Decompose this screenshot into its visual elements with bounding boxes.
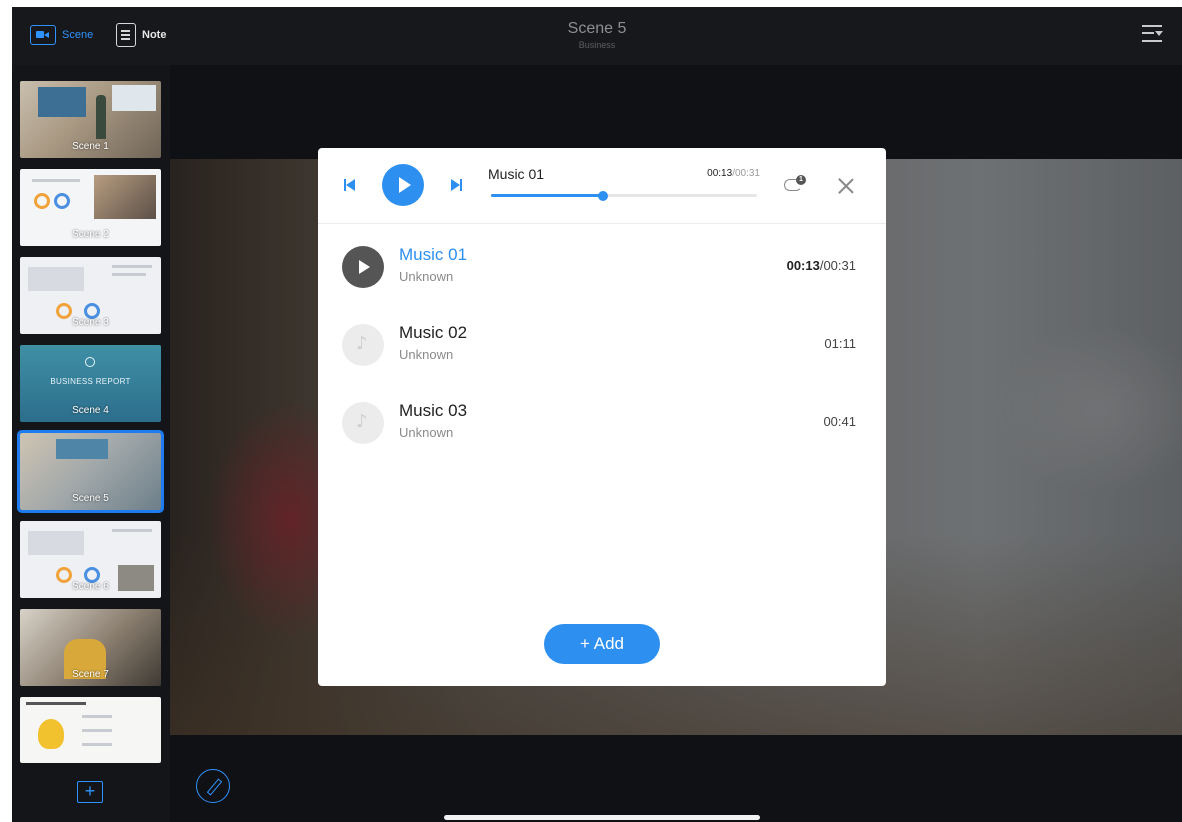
thumb-logo <box>85 357 95 367</box>
track-duration: 00:13/00:31 <box>787 258 856 273</box>
video-camera-icon <box>30 25 56 45</box>
scene-tab-button[interactable]: Scene <box>30 22 93 48</box>
note-tab-button[interactable]: Note <box>116 22 166 48</box>
progress-knob[interactable] <box>597 190 608 201</box>
track-duration: 01:11 <box>824 336 856 351</box>
now-playing-time: 00:13/00:31 <box>688 168 760 179</box>
track-artist: Unknown <box>399 269 454 284</box>
next-track-icon[interactable] <box>450 179 462 191</box>
scene-thumbnail-label: Scene 3 <box>72 317 109 328</box>
scene-thumbnail-6[interactable]: Scene 6 <box>20 521 161 598</box>
add-scene-button[interactable]: + <box>77 781 103 803</box>
scene-thumbnail-label: Scene 7 <box>72 669 109 680</box>
page-title: Scene 5 <box>567 20 627 37</box>
thumb-map <box>28 531 84 555</box>
scene-thumbnail-label: Scene 5 <box>72 493 109 504</box>
thumb-photo-screen <box>38 87 86 117</box>
track-name: Music 02 <box>399 323 468 342</box>
scene-thumbnail-label: Scene 1 <box>72 141 109 152</box>
music-note-icon: ♪ <box>342 324 384 366</box>
top-bar: Scene Note Scene 5 Business <box>12 7 1182 65</box>
scene-header: Scene 5 Business <box>397 20 797 50</box>
note-tab-label: Note <box>142 29 167 41</box>
scene-thumbnail-label: Scene 4 <box>72 405 109 416</box>
thumb-report-title: BUSINESS REPORT <box>50 377 131 386</box>
scene-thumbnail-2[interactable]: Scene 2 <box>20 169 161 246</box>
repeat-badge: 1 <box>796 175 806 185</box>
track-artist: Unknown <box>399 347 454 362</box>
track-name: Music 01 <box>399 245 468 264</box>
scene-thumbnail-3[interactable]: Scene 3 <box>20 257 161 334</box>
play-circle-icon[interactable] <box>342 246 384 288</box>
thumb-bar <box>32 179 80 182</box>
track-row-1[interactable]: Music 01 Unknown 00:13/00:31 <box>318 232 886 304</box>
scene-thumbnail-1[interactable]: Scene 1 <box>20 81 161 158</box>
track-row-2[interactable]: ♪ Music 02 Unknown 01:11 <box>318 310 886 382</box>
track-current-time: 00:13 <box>786 258 820 273</box>
track-total-time: /00:31 <box>819 258 856 273</box>
track-artist: Unknown <box>399 425 454 440</box>
scene-tab-label: Scene <box>62 29 94 41</box>
thumb-donut <box>34 193 50 209</box>
thumb-photo-screen <box>56 439 108 459</box>
total-time: /00:31 <box>732 168 760 179</box>
close-icon[interactable] <box>836 176 856 196</box>
repeat-one-icon[interactable]: 1 <box>784 174 808 194</box>
play-button[interactable] <box>382 164 424 206</box>
scene-thumbnail-7[interactable]: Scene 7 <box>20 609 161 686</box>
scene-thumbnail-5[interactable]: Scene 5 <box>17 430 164 513</box>
scene-thumbnail-4[interactable]: BUSINESS REPORT Scene 4 <box>20 345 161 422</box>
thumb-map <box>28 267 84 291</box>
thumb-bar <box>82 743 112 746</box>
previous-track-icon[interactable] <box>344 179 356 191</box>
thumb-bar <box>82 715 112 718</box>
progress-slider[interactable] <box>491 190 757 201</box>
add-music-button[interactable]: + Add <box>544 624 660 664</box>
notepad-icon <box>116 23 136 47</box>
scene-thumbnail-label: Scene 2 <box>72 229 109 240</box>
music-note-icon: ♪ <box>342 402 384 444</box>
thumb-header <box>26 702 86 705</box>
scene-thumbnail-label: Scene 6 <box>72 581 109 592</box>
lightbulb-icon <box>38 719 64 749</box>
player-bar: Music 01 00:13/00:31 1 <box>318 148 886 224</box>
scene-sidebar: Scene 1 Scene 2 Scene 3 BUSINESS REPORT … <box>12 65 170 822</box>
scene-thumbnail-8[interactable] <box>20 697 161 763</box>
thumb-photo-screen <box>112 85 156 111</box>
pencil-icon[interactable] <box>196 769 230 803</box>
track-row-3[interactable]: ♪ Music 03 Unknown 00:41 <box>318 388 886 460</box>
home-indicator[interactable] <box>444 815 760 820</box>
now-playing-title: Music 01 <box>488 166 545 182</box>
progress-fill <box>491 194 603 197</box>
music-dialog: Music 01 00:13/00:31 1 Music 01 Unknown … <box>318 148 886 686</box>
page-subtitle: Business <box>578 40 616 50</box>
track-name: Music 03 <box>399 401 468 420</box>
thumb-bar <box>112 529 152 532</box>
thumb-photo <box>94 175 156 219</box>
thumb-bar <box>82 729 112 732</box>
thumb-bar <box>112 265 152 268</box>
track-duration: 00:41 <box>823 414 856 429</box>
current-time: 00:13 <box>707 168 733 179</box>
thumb-bar <box>112 273 146 276</box>
thumb-donut <box>54 193 70 209</box>
thumb-photo-person <box>96 95 106 139</box>
menu-icon[interactable] <box>1140 21 1166 47</box>
